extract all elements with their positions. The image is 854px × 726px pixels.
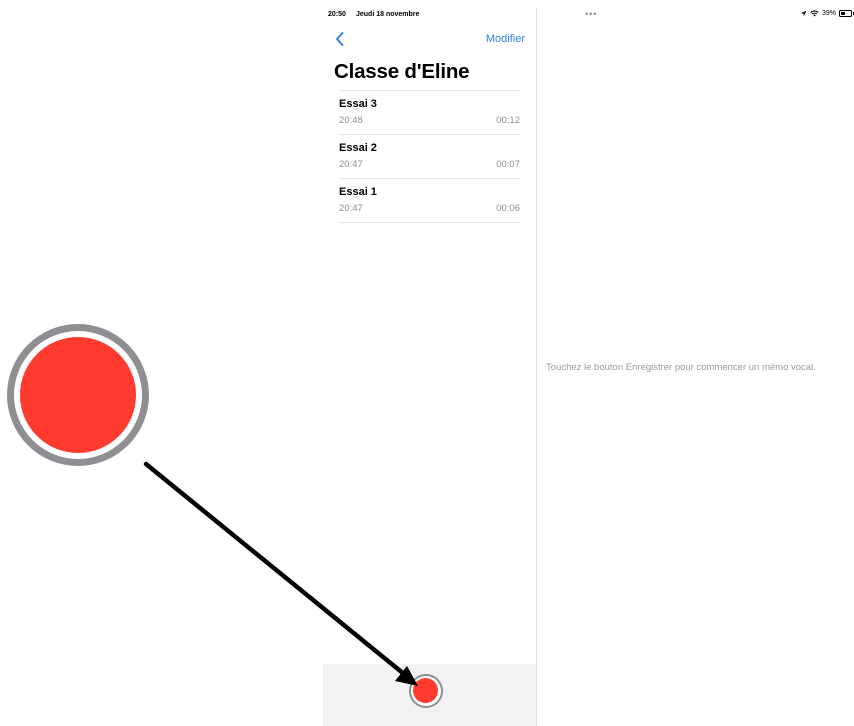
recording-time: 20:47 — [339, 203, 363, 214]
record-button[interactable] — [409, 674, 443, 708]
recording-name: Essai 1 — [339, 186, 377, 198]
status-date: Jeudi 18 novembre — [356, 11, 420, 18]
recording-time: 20:47 — [339, 159, 363, 170]
recording-duration: 00:06 — [496, 203, 520, 214]
recording-duration: 00:07 — [496, 159, 520, 170]
status-bar: 20:50 Jeudi 18 novembre ••• 39% — [323, 8, 854, 22]
chevron-left-icon — [336, 32, 344, 46]
folder-title: Classe d'Eline — [334, 60, 470, 83]
record-toolbar — [323, 664, 536, 726]
recording-item[interactable]: Essai 3 20:48 00:12 — [339, 91, 520, 135]
record-dot-icon — [20, 337, 136, 453]
recording-time: 20:48 — [339, 115, 363, 126]
recordings-sidebar: Modifier Classe d'Eline Essai 3 20:48 00… — [323, 8, 537, 726]
status-time: 20:50 — [328, 11, 346, 18]
detail-pane: Touchez le bouton Enregistrer pour comme… — [537, 8, 854, 726]
recording-name: Essai 2 — [339, 142, 377, 154]
status-indicators: 39% — [800, 10, 854, 17]
multitasking-dots-icon[interactable]: ••• — [585, 9, 597, 19]
back-button[interactable] — [333, 30, 347, 48]
empty-state-hint: Touchez le bouton Enregistrer pour comme… — [546, 362, 816, 373]
recording-item[interactable]: Essai 1 20:47 00:06 — [339, 179, 520, 223]
ipad-screen: Modifier Classe d'Eline Essai 3 20:48 00… — [323, 8, 854, 726]
recording-item[interactable]: Essai 2 20:47 00:07 — [339, 135, 520, 179]
record-button-callout — [7, 324, 149, 466]
wifi-icon — [810, 10, 819, 17]
record-dot-icon — [413, 678, 438, 703]
recording-duration: 00:12 — [496, 115, 520, 126]
battery-icon — [839, 10, 854, 17]
location-icon — [800, 10, 807, 17]
recording-name: Essai 3 — [339, 98, 377, 110]
recordings-list: Essai 3 20:48 00:12 Essai 2 20:47 00:07 … — [339, 91, 520, 223]
battery-percent: 39% — [821, 10, 836, 17]
edit-button[interactable]: Modifier — [486, 33, 525, 45]
